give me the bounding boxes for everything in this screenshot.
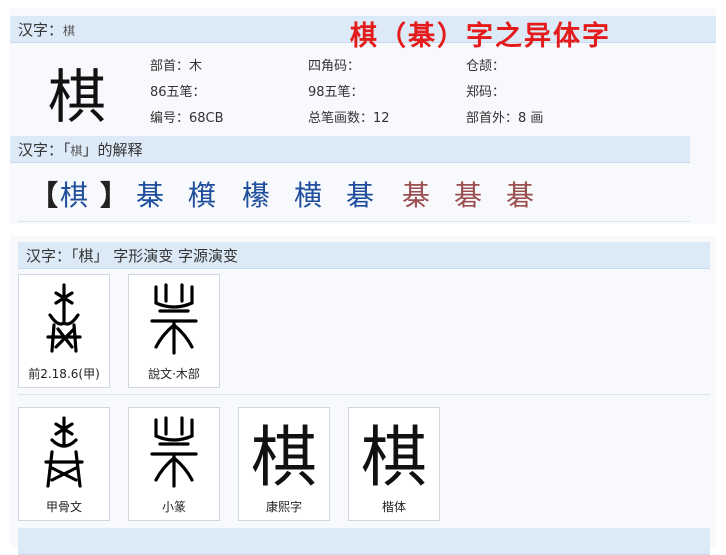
next-section-header-bar	[18, 528, 710, 555]
oracle-bone-glyph-icon	[19, 279, 109, 359]
variant-image-char-2[interactable]: 碁	[454, 176, 482, 216]
variant-main-char[interactable]: 棋	[60, 176, 88, 216]
variant-image-char-1[interactable]: 棊	[402, 176, 430, 216]
divider	[18, 221, 690, 222]
explanation-prefix: 汉字：「	[18, 141, 71, 159]
glyph-caption: 說文·木部	[148, 367, 200, 381]
glyph-cell-kaiti[interactable]: 棋 楷体	[348, 407, 440, 521]
variant-char-4[interactable]: 横	[294, 176, 322, 216]
explanation-header: 汉字：「棋」的解释	[18, 139, 143, 160]
character-header: 汉字：棋	[18, 19, 75, 40]
wubi98-info: 98五笔：	[308, 85, 364, 100]
glyph-cell-small-seal[interactable]: 小篆	[128, 407, 220, 521]
glyph-caption: 前2.18.6(甲)	[28, 367, 100, 381]
variant-char-1[interactable]: 棊	[136, 176, 164, 216]
header-char: 棋	[63, 24, 76, 38]
cangjie-info: 仓颉：	[466, 59, 506, 74]
kaiti-glyph: 棋	[361, 419, 427, 496]
bushou-info: 部首：木	[150, 59, 203, 74]
variant-image-char-3[interactable]: 碁	[506, 176, 534, 216]
glyph-evolution-panel: 汉字：「棋」 字形演变 字源演变 前2.18.6(甲) 說文·木部 甲骨文 小篆…	[10, 236, 716, 555]
glyph-cell-shuowen[interactable]: 說文·木部	[128, 274, 220, 388]
sijiao-info: 四角码：	[308, 59, 361, 74]
zhengma-info: 郑码：	[466, 85, 506, 100]
glyph-caption: 甲骨文	[45, 500, 82, 514]
glyph-caption: 康熙字	[265, 500, 302, 514]
evolution-header: 汉字：「棋」 字形演变 字源演变	[26, 247, 239, 265]
evolution-header-bar: 汉字：「棋」 字形演变 字源演变	[18, 242, 710, 269]
explanation-char: 棋	[70, 144, 83, 158]
main-character: 棋	[48, 63, 107, 131]
variant-open-bracket: 【	[30, 179, 59, 212]
small-seal-glyph-icon	[129, 279, 219, 359]
glyph-cell-oracle[interactable]: 甲骨文	[18, 407, 110, 521]
glyph-cell-kangxi[interactable]: 棋 康熙字	[238, 407, 330, 521]
explanation-header-bar: 汉字：「棋」的解释	[10, 136, 690, 163]
variant-char-5[interactable]: 碁	[346, 176, 374, 216]
variant-char-2[interactable]: 檱	[188, 176, 216, 216]
divider	[18, 394, 710, 395]
small-seal-glyph-icon	[129, 412, 219, 492]
code-info: 编号：68CB	[150, 111, 224, 126]
strokes-info: 总笔画数：12	[308, 111, 390, 126]
variant-char-3[interactable]: 櫀	[242, 176, 270, 216]
kangxi-glyph: 棋	[251, 419, 317, 496]
explanation-suffix: 」的解释	[82, 141, 143, 159]
glyph-cell-oracle-variant[interactable]: 前2.18.6(甲)	[18, 274, 110, 388]
header-label: 汉字：	[18, 21, 64, 39]
wubi86-info: 86五笔：	[150, 85, 206, 100]
extra-strokes-info: 部首外：8 画	[466, 111, 544, 126]
glyph-caption: 楷体	[381, 500, 406, 514]
oracle-bone-glyph-icon	[19, 412, 109, 492]
glyph-caption: 小篆	[161, 500, 186, 514]
overlay-title: 棋（棊）字之异体字	[350, 21, 611, 52]
variant-close-bracket: 】	[100, 179, 129, 212]
